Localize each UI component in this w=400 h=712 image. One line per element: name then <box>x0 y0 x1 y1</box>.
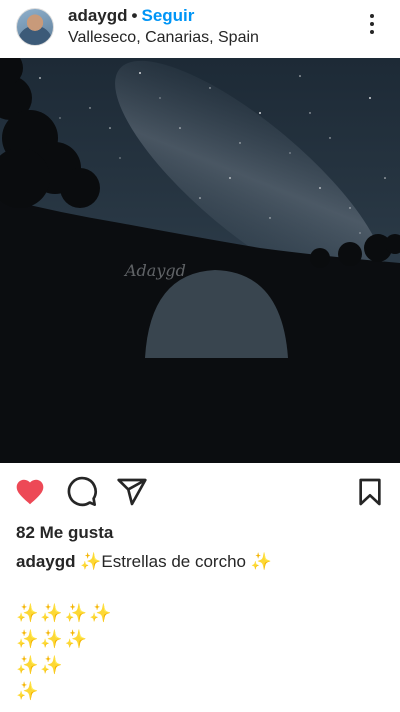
heart-filled-icon <box>16 479 44 505</box>
likes-count[interactable]: 82 Me gusta <box>16 522 113 544</box>
sparkle-row: ✨ <box>16 681 41 701</box>
follow-button[interactable]: Seguir <box>141 6 194 25</box>
sparkle-row: ✨✨✨ <box>16 629 90 649</box>
more-dot <box>370 30 374 34</box>
photo-watermark: Adaygd <box>123 261 186 280</box>
sparkle-row: ✨✨ <box>16 655 65 675</box>
post-photo[interactable]: Adaygd <box>0 58 400 463</box>
more-vertical-icon <box>370 14 374 18</box>
like-button[interactable] <box>14 476 46 508</box>
user-line: adaygd • Seguir <box>68 5 194 27</box>
action-bar <box>0 463 400 519</box>
bookmark-icon <box>359 478 381 506</box>
save-button[interactable] <box>354 476 386 508</box>
sparkle-row: ✨✨✨✨ <box>16 603 114 623</box>
night-sky-bridge-image: Adaygd <box>0 58 400 463</box>
username-link[interactable]: adaygd <box>68 6 128 25</box>
caption-text: ✨Estrellas de corcho ✨ <box>75 552 272 571</box>
more-dot <box>370 22 374 26</box>
location-link[interactable]: Valleseco, Canarias, Spain <box>68 28 259 48</box>
caption-username[interactable]: adaygd <box>16 552 76 571</box>
comment-button[interactable] <box>66 476 98 508</box>
user-avatar[interactable] <box>16 8 54 46</box>
caption-sparkles: ✨✨✨✨ ✨✨✨ ✨✨ ✨ <box>16 600 216 704</box>
separator-dot: • <box>131 6 138 25</box>
comment-icon <box>67 476 97 507</box>
send-icon <box>117 478 147 506</box>
post-header: adaygd • Seguir Valleseco, Canarias, Spain <box>0 0 400 58</box>
share-button[interactable] <box>116 476 148 508</box>
more-options-button[interactable] <box>360 14 384 40</box>
post-caption: adaygd ✨Estrellas de corcho ✨ <box>16 551 272 573</box>
